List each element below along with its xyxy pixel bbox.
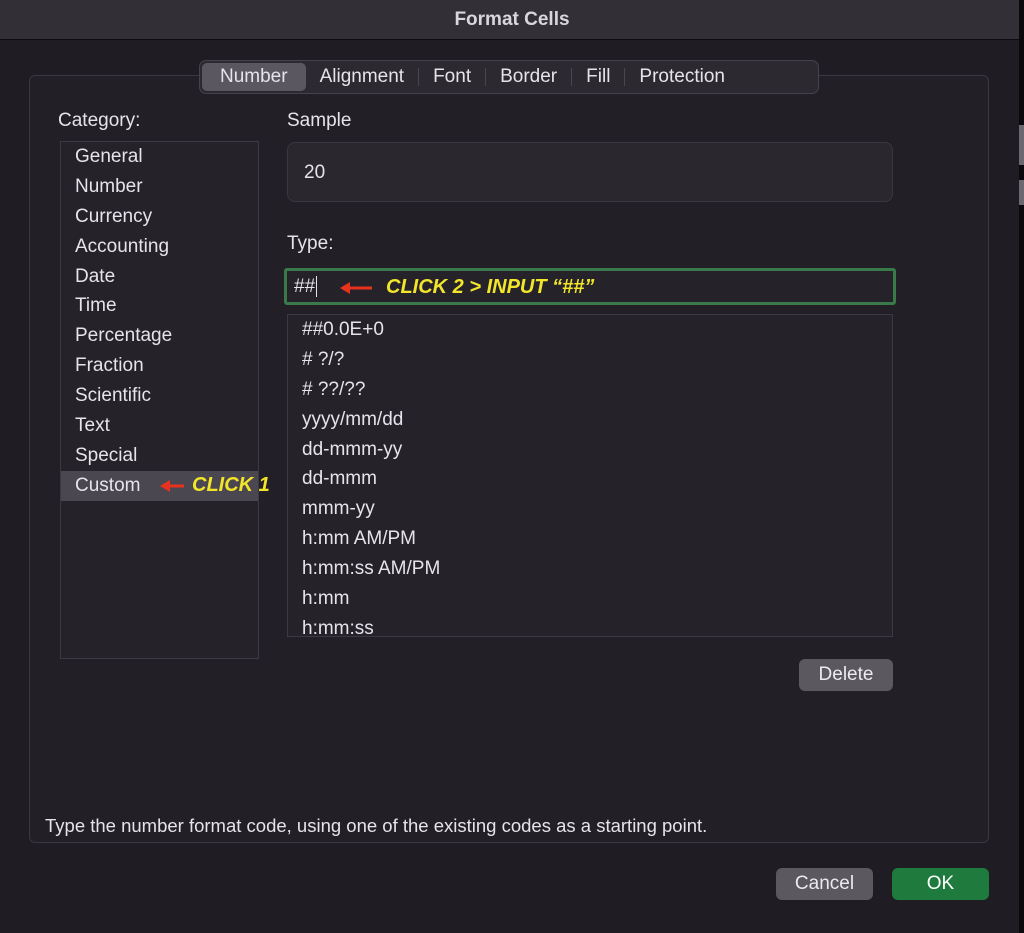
type-input-value: ##: [294, 276, 316, 297]
tab-bar: Number Alignment Font Border Fill Protec…: [199, 60, 819, 94]
dialog-title: Format Cells: [454, 8, 570, 30]
format-item[interactable]: dd-mmm: [288, 464, 892, 494]
window-edge: [1019, 0, 1024, 933]
format-item[interactable]: h:mm: [288, 584, 892, 614]
red-arrow-icon: [340, 281, 372, 294]
hint-text: Type the number format code, using one o…: [45, 815, 708, 836]
text-caret: [316, 276, 318, 298]
click-1-text: CLICK 1: [192, 474, 270, 496]
tab-protection[interactable]: Protection: [625, 63, 739, 91]
category-item-percentage[interactable]: Percentage: [61, 321, 258, 351]
category-label: Category:: [58, 110, 141, 131]
click-2-text: CLICK 2 > INPUT “##”: [386, 276, 595, 298]
format-item[interactable]: ##0.0E+0: [288, 315, 892, 345]
click-1-annotation: CLICK 1: [160, 474, 270, 497]
tab-alignment[interactable]: Alignment: [306, 63, 419, 91]
format-item[interactable]: mmm-yy: [288, 494, 892, 524]
format-item[interactable]: # ??/??: [288, 375, 892, 405]
delete-button[interactable]: Delete: [799, 659, 893, 691]
category-list[interactable]: General Number Currency Accounting Date …: [60, 141, 259, 659]
sample-preview: 20: [287, 142, 893, 202]
format-item[interactable]: h:mm:ss: [288, 614, 892, 636]
category-item-special[interactable]: Special: [61, 441, 258, 471]
tab-font[interactable]: Font: [419, 63, 485, 91]
sample-label: Sample: [287, 110, 352, 131]
category-item-text[interactable]: Text: [61, 411, 258, 441]
tab-number[interactable]: Number: [202, 63, 306, 91]
category-item-currency[interactable]: Currency: [61, 202, 258, 232]
tab-fill[interactable]: Fill: [572, 63, 624, 91]
type-label: Type:: [287, 233, 334, 254]
format-item[interactable]: yyyy/mm/dd: [288, 405, 892, 435]
format-item[interactable]: dd-mmm-yy: [288, 435, 892, 465]
category-item-time[interactable]: Time: [61, 291, 258, 321]
category-item-date[interactable]: Date: [61, 262, 258, 292]
red-arrow-icon: [160, 479, 184, 492]
edge-mark: [1019, 125, 1024, 165]
title-bar[interactable]: Format Cells: [0, 0, 1024, 40]
format-item[interactable]: # ?/?: [288, 345, 892, 375]
category-item-fraction[interactable]: Fraction: [61, 351, 258, 381]
format-code-list[interactable]: ##0.0E+0 # ?/? # ??/?? yyyy/mm/dd dd-mmm…: [287, 314, 893, 637]
format-cells-dialog: Format Cells Number Alignment Font Borde…: [0, 0, 1024, 933]
edge-mark: [1019, 180, 1024, 205]
ok-button[interactable]: OK: [892, 868, 989, 900]
category-item-accounting[interactable]: Accounting: [61, 232, 258, 262]
format-item[interactable]: h:mm:ss AM/PM: [288, 554, 892, 584]
tab-border[interactable]: Border: [486, 63, 571, 91]
category-item-scientific[interactable]: Scientific: [61, 381, 258, 411]
format-item[interactable]: h:mm AM/PM: [288, 524, 892, 554]
click-2-annotation: CLICK 2 > INPUT “##”: [340, 276, 594, 299]
cancel-button[interactable]: Cancel: [776, 868, 873, 900]
category-item-number[interactable]: Number: [61, 172, 258, 202]
category-item-general[interactable]: General: [61, 142, 258, 172]
